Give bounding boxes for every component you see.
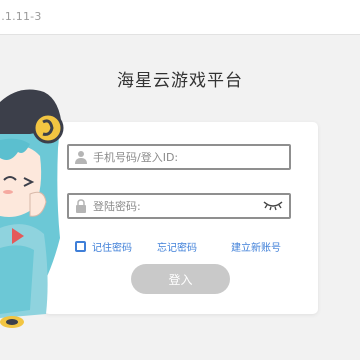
- title-bar: 2.1.11-3: [0, 0, 360, 35]
- version-label: 2.1.11-3: [0, 10, 42, 23]
- eye-closed-icon[interactable]: [263, 200, 283, 211]
- lock-icon: [76, 199, 86, 213]
- user-icon: [75, 151, 87, 164]
- forgot-password-link[interactable]: 忘记密码: [157, 239, 197, 254]
- mascot-image: [0, 89, 64, 328]
- username-field[interactable]: [67, 144, 291, 170]
- password-field[interactable]: [67, 193, 291, 219]
- remember-password-toggle[interactable]: 记住密码: [75, 239, 132, 254]
- remember-checkbox[interactable]: [75, 241, 86, 252]
- remember-label: 记住密码: [92, 243, 132, 254]
- register-link[interactable]: 建立新账号: [231, 239, 281, 254]
- password-input[interactable]: [93, 196, 253, 216]
- username-input[interactable]: [93, 147, 253, 167]
- login-button[interactable]: 登入: [131, 264, 230, 294]
